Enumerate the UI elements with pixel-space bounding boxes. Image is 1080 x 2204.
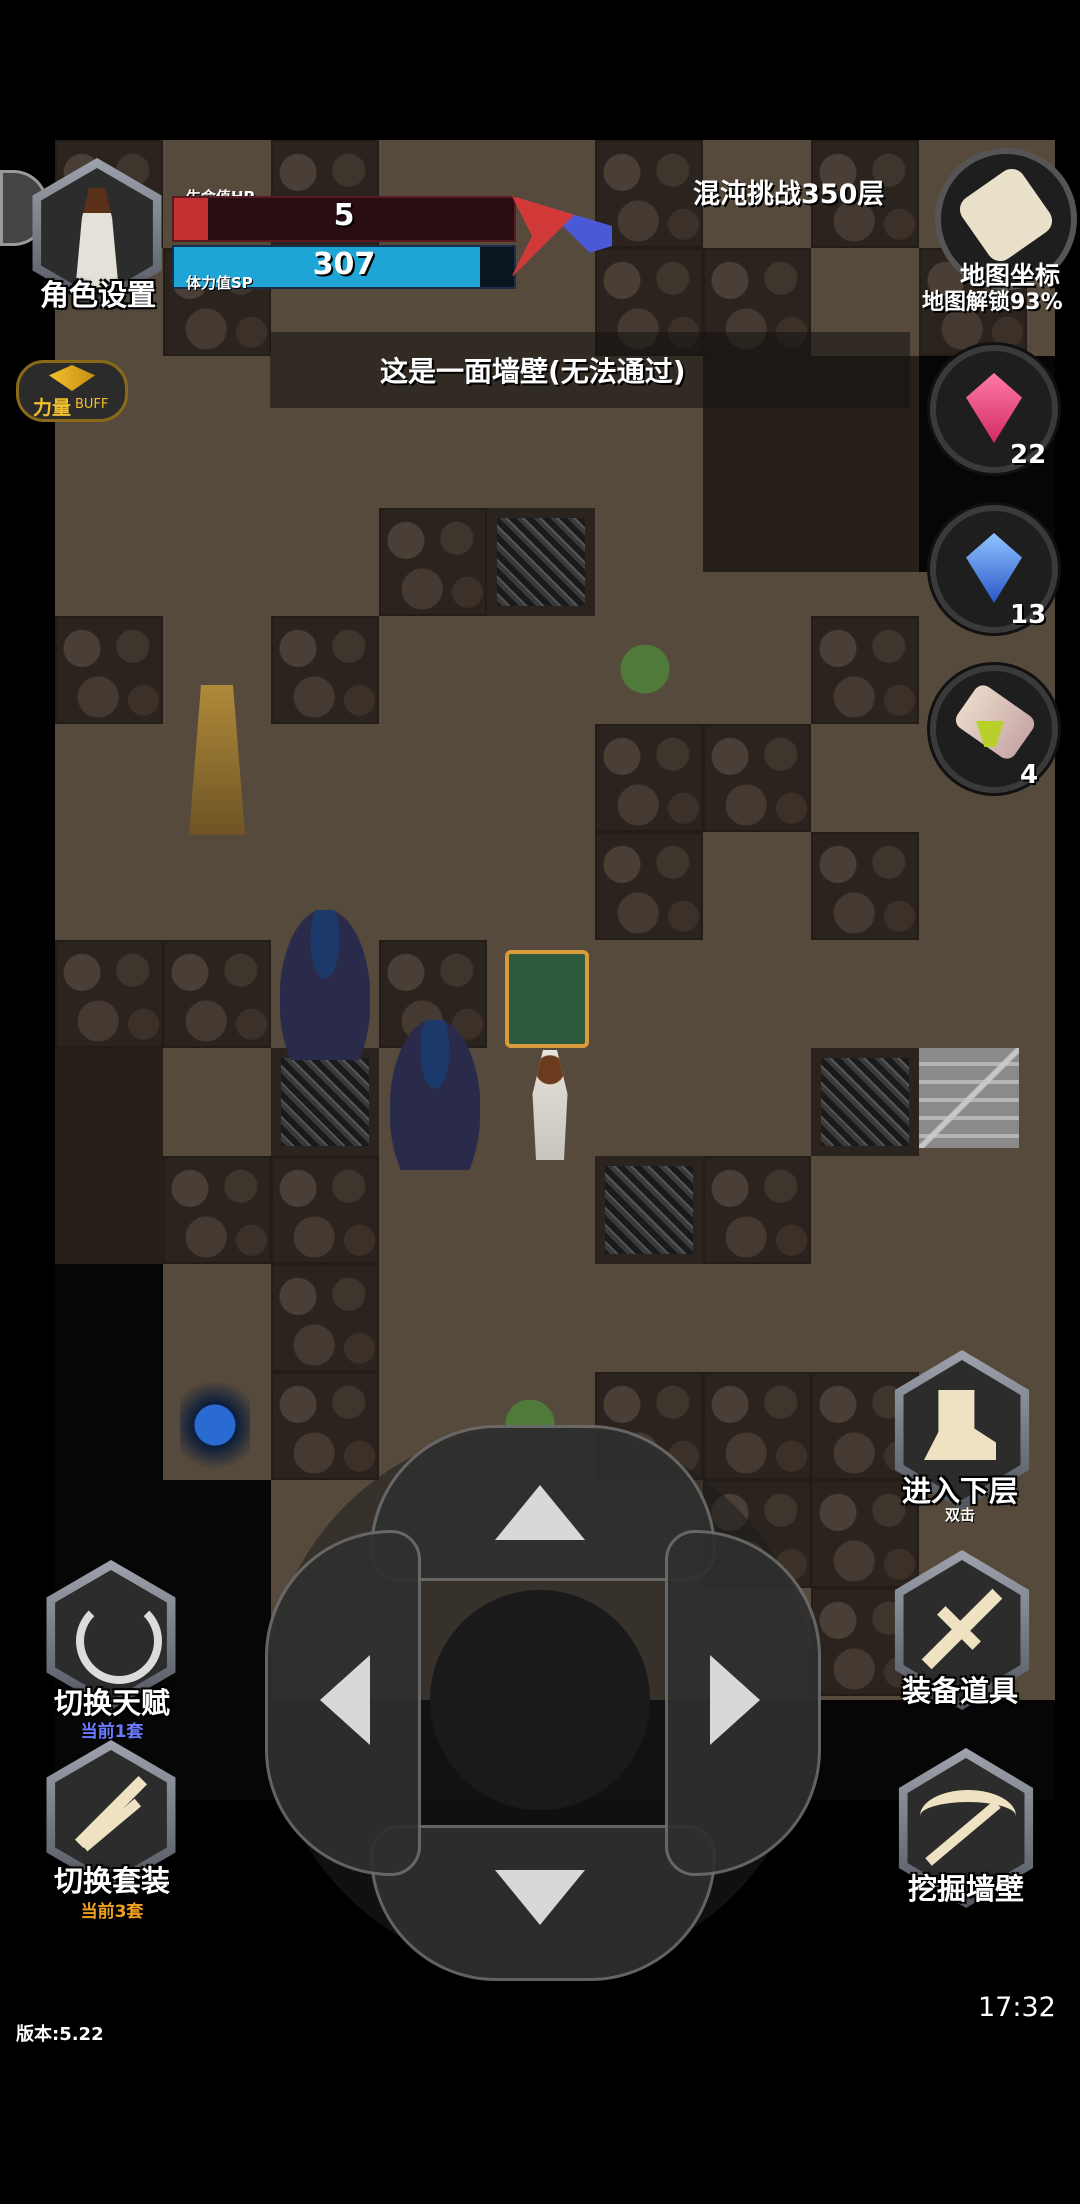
ore-wall [271,1048,379,1156]
left-arrow-icon [320,1655,370,1745]
rock-wall [271,1156,379,1264]
hooded-reaper-enemy[interactable] [390,1020,480,1170]
rock-wall [595,724,703,832]
up-arrow-icon [495,1485,585,1540]
rock-wall [55,616,163,724]
red-potion-count: 22 [1010,440,1047,470]
boot-icon [924,1390,996,1460]
crossed-swords-icon [74,1775,148,1849]
rock-wall [163,1156,271,1264]
golden-statue [189,685,245,835]
blue-potion-icon [966,533,1022,603]
rock-wall [271,1264,379,1372]
ore-wall [811,1048,919,1156]
swirl-talent-icon [76,1598,162,1684]
void-area [55,1264,163,1480]
hooded-reaper-enemy[interactable] [280,910,370,1060]
down-arrow-icon [495,1870,585,1925]
strength-buff-badge[interactable]: 力量 BUFF [16,360,128,422]
treasure-chest[interactable] [505,950,589,1048]
clock: 17:32 [978,1992,1056,2023]
rock-wall [55,940,163,1048]
player-hero [532,1050,568,1160]
map-unlock-label: 地图解锁93% [922,290,1063,315]
rock-wall [379,508,487,616]
rock-wall [811,616,919,724]
rock-wall [163,940,271,1048]
switch-talent-label: 切换天赋 [53,1686,170,1720]
buff-label: 力量 [33,397,72,419]
rock-wall [703,724,811,832]
shadow-area [55,1048,163,1264]
hp-value: 5 [333,198,355,233]
rock-wall [271,616,379,724]
switch-set-label: 切换套装 [53,1864,170,1898]
rock-wall [811,832,919,940]
scroll-count: 4 [1020,760,1039,790]
dig-wall-label: 挖掘墙壁 [907,1872,1024,1906]
red-potion-icon [966,373,1022,443]
buff-crossbow-icon [49,365,95,391]
dpad [265,1425,821,1981]
scroll-item-button[interactable] [930,665,1058,793]
next-floor-hint: 双击 [944,1506,975,1524]
scroll-map-icon [954,163,1058,267]
hp-bar: 5 [172,196,516,242]
stairs-down[interactable] [919,1048,1019,1148]
character-settings-label: 角色设置 [39,278,156,312]
ore-wall [487,508,595,616]
buff-tag: BUFF [75,397,109,412]
switch-talent-sub: 当前1套 [80,1722,144,1742]
rock-wall [703,1156,811,1264]
ore-wall [595,1156,703,1264]
dpad-center [430,1590,650,1810]
version-label: 版本:5.22 [16,2024,104,2045]
equip-items-label: 装备道具 [901,1674,1018,1708]
plant-monster[interactable] [610,645,680,705]
sp-label: 体力值SP [186,274,253,292]
right-arrow-icon [710,1655,760,1745]
message-text: 这是一面墙壁(无法通过) [380,355,686,388]
dark-crystal[interactable] [180,1370,250,1480]
blue-potion-count: 13 [1010,600,1047,630]
floor-title: 混沌挑战350层 [693,179,885,210]
switch-set-sub: 当前3套 [80,1902,144,1922]
rock-wall [595,832,703,940]
